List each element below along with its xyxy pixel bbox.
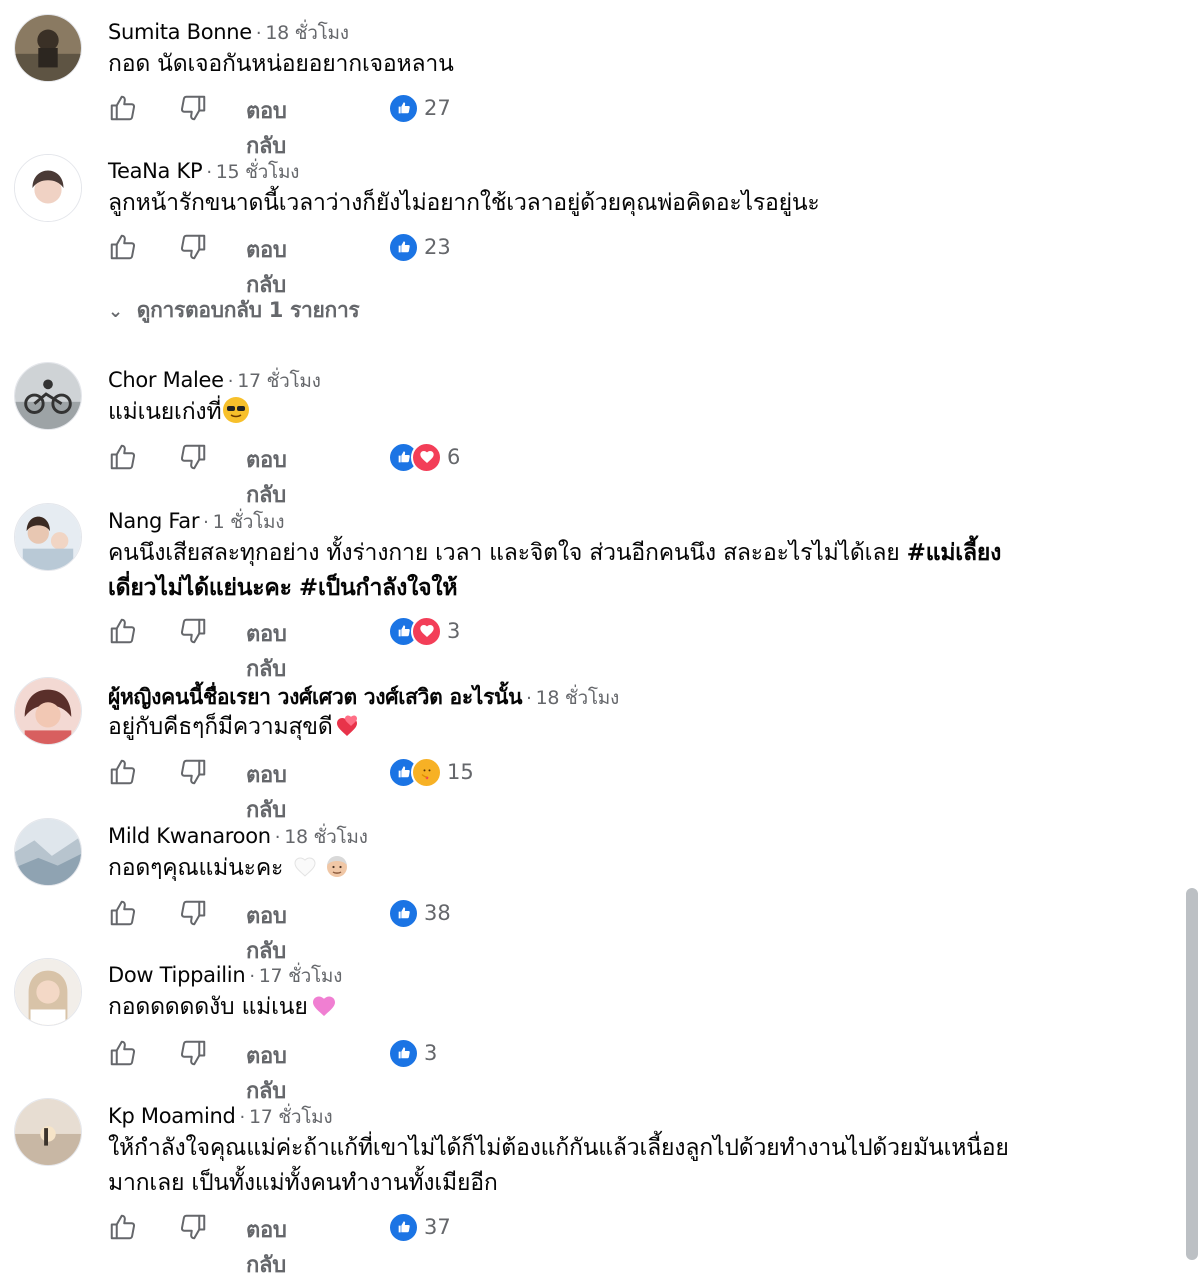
dislike-icon[interactable]: [178, 616, 208, 646]
sunglasses-emoji-icon: [223, 397, 250, 423]
like-reaction-icon: [388, 1037, 419, 1069]
comment-time[interactable]: 18 ชั่วโมง: [284, 826, 368, 848]
dislike-icon[interactable]: [178, 232, 208, 262]
dislike-icon[interactable]: [178, 1212, 208, 1242]
comment-text: ให้กำลังใจคุณแม่ค่ะถ้าแก้ที่เขาไม่ได้ก็ไ…: [108, 1135, 1009, 1196]
avatar[interactable]: [14, 818, 82, 886]
comment-time[interactable]: 1 ชั่วโมง: [213, 511, 285, 533]
reaction-summary[interactable]: 3: [388, 615, 461, 647]
commenter-name[interactable]: Mild Kwanaroon: [108, 824, 271, 848]
dislike-icon[interactable]: [178, 757, 208, 787]
view-replies-link[interactable]: ⌄ ดูการตอบกลับ 1 รายการ: [108, 294, 360, 327]
hashtag-link-continued[interactable]: เดี่ยวไม่ได้แย่นะคะ: [108, 575, 292, 601]
comment-time[interactable]: 17 ชั่วโมง: [259, 965, 343, 987]
commenter-name[interactable]: Kp Moamind: [108, 1104, 236, 1128]
reaction-summary[interactable]: 23: [388, 231, 451, 263]
commenter-name[interactable]: TeaNa KP: [108, 159, 203, 183]
comment-text: กอดดดดดงับ แม่เนย: [108, 994, 308, 1020]
avatar[interactable]: [14, 503, 82, 571]
comment-text: ลูกหน้ารักขนาดนี้เวลาว่างก็ยังไม่อยากใช้…: [108, 190, 820, 216]
reaction-count: 23: [424, 235, 451, 259]
reaction-count: 38: [424, 901, 451, 925]
comment-text: อยู่กับคีธๆก็มีความสุขดี: [108, 714, 333, 740]
comment-time[interactable]: 17 ชั่วโมง: [237, 370, 321, 392]
love-reaction-icon: [411, 441, 442, 473]
reply-button[interactable]: ตอบกลับ: [246, 1212, 287, 1282]
reply-button[interactable]: ตอบกลับ: [246, 442, 287, 512]
avatar[interactable]: [14, 1098, 82, 1166]
like-icon[interactable]: [108, 232, 138, 262]
like-reaction-icon: [388, 92, 419, 124]
hashtag-link[interactable]: #เป็นกำลังใจให้: [299, 575, 458, 601]
pink-heart-emoji-icon: [310, 992, 336, 1018]
care-reaction-icon: [411, 756, 442, 788]
hashtag-link[interactable]: #แม่เลี้ยง: [907, 540, 1002, 566]
comment-text: กอด นัดเจอกันหน่อยอยากเจอหลาน: [108, 51, 454, 77]
comment-text: คนนึงเสียสละทุกอย่าง ทั้งร่างกาย เวลา แล…: [108, 540, 1002, 601]
reaction-count: 15: [447, 760, 474, 784]
reaction-count: 3: [447, 619, 461, 643]
reply-button[interactable]: ตอบกลับ: [246, 616, 287, 686]
reaction-summary[interactable]: 37: [388, 1211, 451, 1243]
like-icon[interactable]: [108, 442, 138, 472]
dislike-icon[interactable]: [178, 93, 208, 123]
dislike-icon[interactable]: [178, 442, 208, 472]
commenter-name[interactable]: Nang Far: [108, 509, 199, 533]
avatar[interactable]: [14, 362, 82, 430]
like-icon[interactable]: [108, 898, 138, 928]
comment-time[interactable]: 18 ชั่วโมง: [265, 22, 349, 44]
reply-button[interactable]: ตอบกลับ: [246, 1038, 287, 1108]
reply-button[interactable]: ตอบกลับ: [246, 93, 287, 163]
old-man-emoji-icon: [324, 853, 350, 879]
reaction-count: 27: [424, 96, 451, 120]
like-reaction-icon: [388, 897, 419, 929]
like-reaction-icon: [388, 231, 419, 263]
like-icon[interactable]: [108, 1038, 138, 1068]
reaction-count: 6: [447, 445, 461, 469]
dislike-icon[interactable]: [178, 1038, 208, 1068]
like-icon[interactable]: [108, 616, 138, 646]
comment-time[interactable]: 15 ชั่วโมง: [216, 161, 300, 183]
commenter-name[interactable]: Dow Tippailin: [108, 963, 246, 987]
comment-time[interactable]: 17 ชั่วโมง: [249, 1106, 333, 1128]
chevron-down-icon: ⌄: [108, 301, 123, 322]
like-icon[interactable]: [108, 757, 138, 787]
commenter-name[interactable]: Sumita Bonne: [108, 20, 252, 44]
commenter-name[interactable]: Chor Malee: [108, 368, 224, 392]
reply-button[interactable]: ตอบกลับ: [246, 898, 287, 968]
love-reaction-icon: [411, 615, 442, 647]
like-reaction-icon: [388, 1211, 419, 1243]
reaction-summary[interactable]: 27: [388, 92, 451, 124]
reaction-count: 3: [424, 1041, 438, 1065]
avatar[interactable]: [14, 14, 82, 82]
comment-text: กอดๆคุณแม่นะคะ: [108, 855, 291, 881]
comment-text: แม่เนยเก่งที่: [108, 399, 222, 425]
like-icon[interactable]: [108, 93, 138, 123]
scrollbar-thumb[interactable]: [1186, 888, 1198, 1260]
reply-button[interactable]: ตอบกลับ: [246, 757, 287, 827]
reply-button[interactable]: ตอบกลับ: [246, 232, 287, 302]
reaction-summary[interactable]: 38: [388, 897, 451, 929]
white-heart-emoji-icon: [292, 853, 318, 879]
comment-time[interactable]: 18 ชั่วโมง: [536, 687, 620, 709]
dislike-icon[interactable]: [178, 898, 208, 928]
reaction-summary[interactable]: 6: [388, 441, 461, 473]
like-icon[interactable]: [108, 1212, 138, 1242]
avatar[interactable]: [14, 677, 82, 745]
heart-on-fire-emoji-icon: [335, 712, 361, 738]
commenter-name[interactable]: ผู้หญิงคนนี้ชื่อเรยา วงศ์เศวต วงศ์เสวิต …: [108, 685, 522, 709]
avatar[interactable]: [14, 958, 82, 1026]
reaction-summary[interactable]: 15: [388, 756, 474, 788]
reaction-summary[interactable]: 3: [388, 1037, 438, 1069]
reaction-count: 37: [424, 1215, 451, 1239]
avatar[interactable]: [14, 154, 82, 222]
